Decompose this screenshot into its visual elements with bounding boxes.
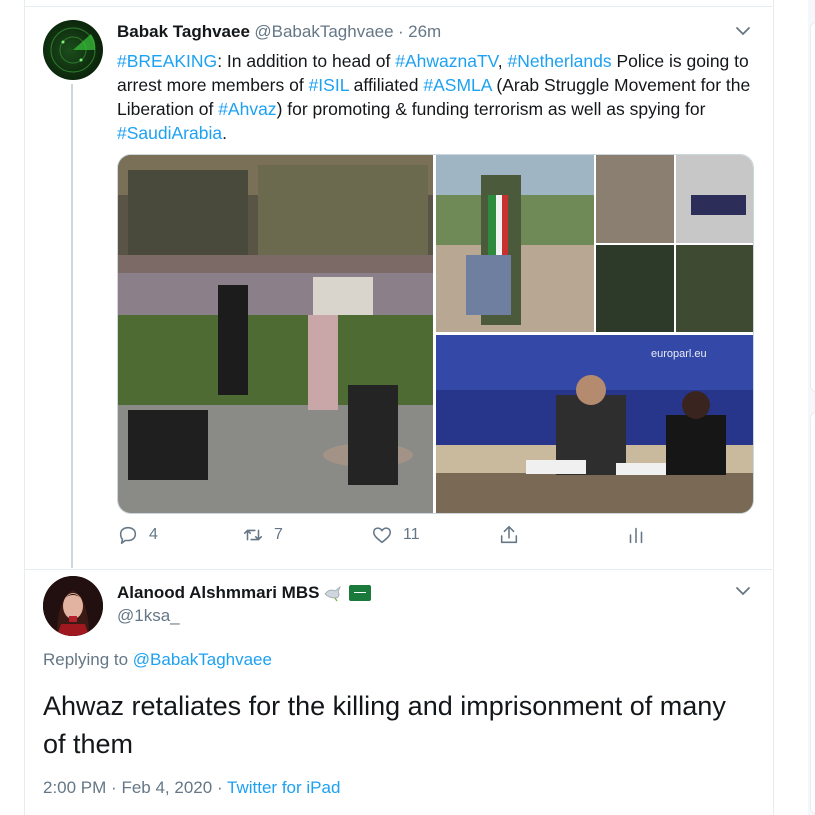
hashtag-link[interactable]: #Netherlands: [507, 51, 611, 71]
media-photo-collage[interactable]: [436, 155, 753, 332]
tweet-date[interactable]: Feb 4, 2020: [121, 778, 212, 797]
text-segment: .: [222, 123, 227, 143]
separator: ·: [216, 778, 223, 797]
separator: ·: [111, 778, 117, 797]
hashtag-link[interactable]: #BREAKING: [117, 51, 217, 71]
retweet-button[interactable]: 7: [242, 524, 283, 546]
chevron-down-icon[interactable]: [734, 22, 752, 40]
divider: [25, 569, 772, 570]
tweet-text: Ahwaz retaliates for the killing and imp…: [43, 691, 726, 759]
divider: [25, 6, 772, 7]
avatar[interactable]: [43, 576, 103, 636]
like-icon: [372, 527, 392, 544]
text-segment: : In addition to head of: [217, 51, 396, 71]
display-name[interactable]: Alanood Alshmmari MBS: [117, 583, 319, 603]
tweet-text: #BREAKING: In addition to head of #Ahwaz…: [117, 49, 757, 145]
thread-connector-line: [71, 84, 73, 568]
reply-button[interactable]: 4: [117, 524, 158, 546]
tweet-time[interactable]: 2:00 PM: [43, 778, 106, 797]
media-photo-conference[interactable]: europarl.eu: [436, 335, 753, 513]
hashtag-link[interactable]: #SaudiArabia: [117, 123, 222, 143]
chevron-down-icon[interactable]: [734, 582, 752, 600]
tweet-source-link[interactable]: Twitter for iPad: [227, 778, 340, 797]
replying-to-label: Replying to: [43, 650, 133, 669]
dove-icon: [324, 585, 342, 602]
timestamp[interactable]: 26m: [408, 22, 441, 41]
analytics-icon: [629, 527, 643, 544]
retweet-count: 7: [274, 526, 283, 543]
like-count: 11: [403, 526, 420, 543]
separator: ·: [398, 22, 404, 41]
hashtag-link[interactable]: #ISIL: [309, 75, 349, 95]
hashtag-link[interactable]: #ASMLA: [423, 75, 491, 95]
tweet-actions: 4 7 11: [117, 524, 757, 552]
hashtag-link[interactable]: #AhwaznaTV: [395, 51, 497, 71]
image-watermark: europarl.eu: [651, 348, 707, 360]
handle[interactable]: @1ksa_: [117, 606, 180, 626]
share-button[interactable]: [498, 524, 520, 546]
right-sidebar-card: [810, 412, 815, 814]
analytics-button[interactable]: [625, 524, 647, 546]
like-button[interactable]: 11: [371, 524, 420, 546]
reply-count: 4: [149, 526, 158, 543]
right-sidebar-card: [810, 22, 815, 392]
retweet-icon: [243, 529, 263, 541]
share-icon: [500, 525, 518, 544]
tweet-header: Alanood Alshmmari MBS: [117, 583, 372, 603]
tweet-metadata: 2:00 PM · Feb 4, 2020 · Twitter for iPad: [43, 778, 340, 798]
replying-to-handle[interactable]: @BabakTaghvaee: [133, 650, 272, 669]
radar-avatar-image: [50, 27, 96, 73]
saudi-flag-icon: [349, 585, 372, 601]
text-segment: ,: [497, 51, 508, 71]
text-segment: affiliated: [348, 75, 424, 95]
media-grid: europarl.eu: [117, 154, 754, 514]
text-segment: ) for promoting & funding terrorism as w…: [276, 99, 706, 119]
profile-portrait-image: [43, 576, 103, 636]
replying-to: Replying to @BabakTaghvaee: [43, 650, 272, 670]
handle[interactable]: @BabakTaghvaee: [254, 22, 393, 41]
media-photo-parade[interactable]: [118, 155, 433, 513]
reply-icon: [119, 526, 137, 545]
avatar[interactable]: [43, 20, 103, 80]
display-name[interactable]: Babak Taghvaee: [117, 22, 250, 41]
hashtag-link[interactable]: #Ahvaz: [218, 99, 276, 119]
tweet-header: Babak Taghvaee @BabakTaghvaee · 26m: [117, 22, 441, 42]
